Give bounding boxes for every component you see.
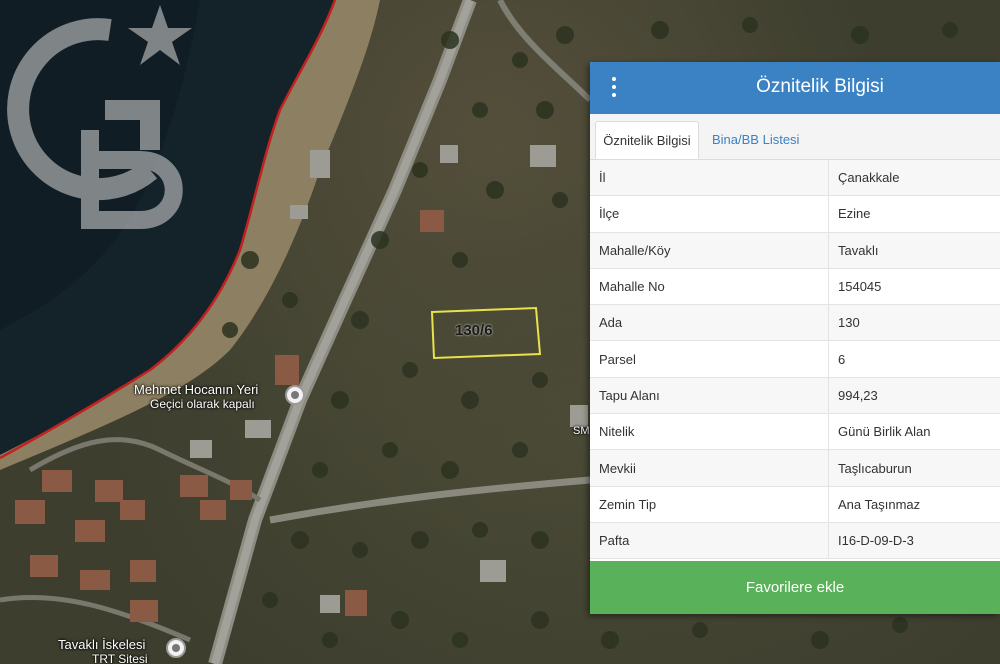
attribute-key: Nitelik [590, 414, 829, 450]
attribute-value: Tavaklı [838, 242, 879, 258]
table-row: Ada 130 [590, 305, 1000, 342]
attribute-key: Mahalle/Köy [590, 232, 829, 268]
table-row: Parsel 6 [590, 341, 1000, 378]
attribute-key: İlçe [590, 196, 829, 232]
place-label[interactable]: Mehmet Hocanın Yeri [134, 382, 258, 397]
attribute-key: Parsel [590, 341, 829, 377]
attribute-value: Çanakkale [838, 170, 900, 186]
tab-attribute-info[interactable]: Öznitelik Bilgisi [595, 121, 699, 159]
attribute-value: Ezine [838, 206, 871, 222]
place-label[interactable]: Tavaklı İskelesi [58, 637, 145, 652]
tab-building-list[interactable]: Bina/BB Listesi [712, 121, 799, 159]
poi-marker-icon[interactable] [166, 638, 186, 658]
attribute-key: Ada [590, 305, 829, 341]
attribute-value: Günü Birlik Alan [838, 424, 931, 440]
table-row: Mahalle No 154045 [590, 268, 1000, 306]
table-row: Mevkii Taşlıcaburun [590, 450, 1000, 487]
panel-title: Öznitelik Bilgisi [756, 76, 884, 97]
map-abbreviation-label: SM [573, 425, 590, 437]
table-row: İlçe Ezine [590, 196, 1000, 233]
table-row: İl Çanakkale [590, 160, 1000, 197]
place-sublabel: Geçici olarak kapalı [150, 397, 255, 411]
attribute-value: 154045 [838, 279, 882, 295]
attribute-key: Zemin Tip [590, 486, 829, 522]
panel-tabs: Öznitelik Bilgisi Bina/BB Listesi [590, 114, 1000, 160]
attribute-key: Tapu Alanı [590, 377, 829, 414]
attribute-value: 130 [838, 315, 860, 331]
table-row: Zemin Tip Ana Taşınmaz [590, 486, 1000, 523]
watermark-logo [7, 5, 192, 229]
panel-header: Öznitelik Bilgisi [590, 62, 1000, 114]
attribute-key: Mevkii [590, 450, 829, 486]
attribute-key: Mahalle No [590, 268, 829, 305]
parcel-number-label[interactable]: 130/6 [455, 322, 493, 339]
attribute-value: 6 [838, 351, 846, 367]
attribute-info-panel: Öznitelik Bilgisi Öznitelik Bilgisi Bina… [590, 62, 1000, 614]
table-row: Pafta I16-D-09-D-3 [590, 522, 1000, 560]
place-sublabel: TRT Sitesi [92, 652, 148, 664]
attribute-key: İl [590, 160, 829, 196]
table-row: Tapu Alanı 994,23 [590, 377, 1000, 415]
table-row: Mahalle/Köy Tavaklı [590, 232, 1000, 269]
poi-marker-icon[interactable] [285, 385, 305, 405]
table-row: Nitelik Günü Birlik Alan [590, 414, 1000, 451]
attribute-value: Taşlıcaburun [838, 460, 912, 476]
attribute-value: 994,23 [838, 387, 878, 403]
attribute-key: Pafta [590, 522, 829, 559]
add-to-favorites-button[interactable]: Favorilere ekle [590, 561, 1000, 614]
attribute-value: I16-D-09-D-3 [838, 533, 914, 549]
attribute-value: Ana Taşınmaz [838, 496, 921, 512]
attribute-table: İl Çanakkale İlçe Ezine Mahalle/Köy Tava… [590, 160, 1000, 560]
